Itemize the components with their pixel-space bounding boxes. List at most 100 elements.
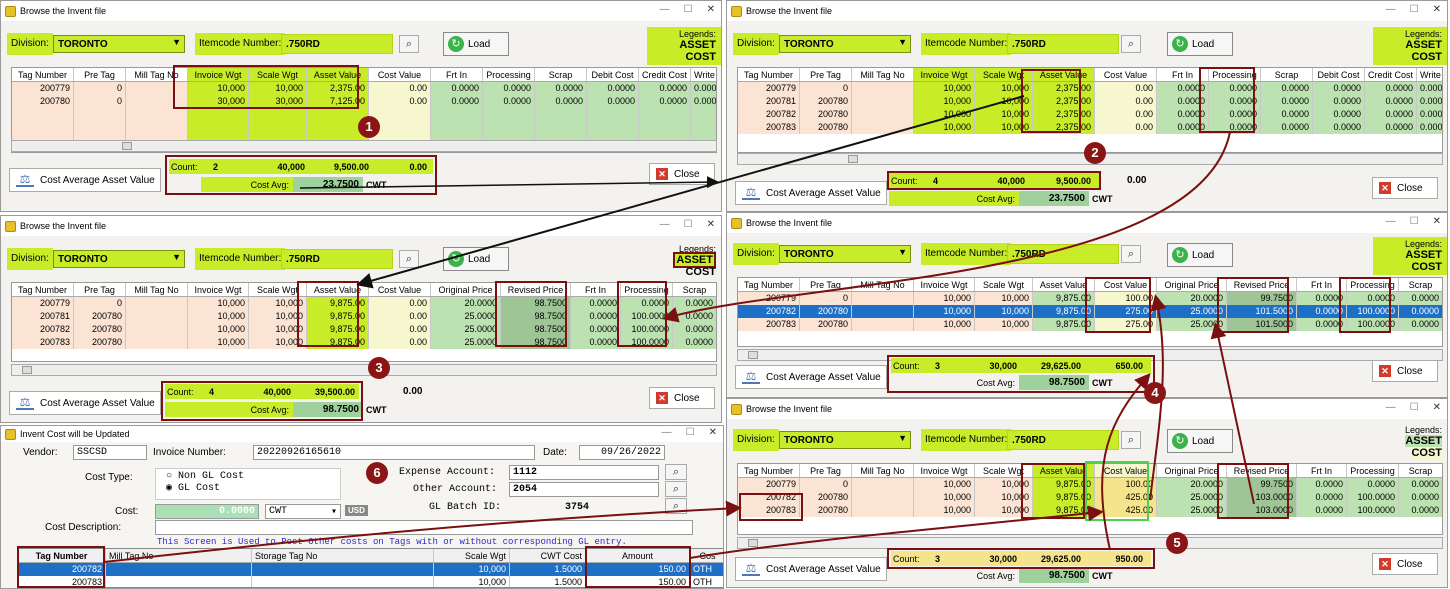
col-tag-number[interactable]: Tag Number [12, 68, 74, 81]
lookup-icon[interactable]: ⌕ [665, 464, 687, 480]
col-mill-tag[interactable]: Mill Tag No [126, 68, 188, 81]
table-row[interactable]: 200781 200780 10,000 10,000 2,375.00 0.00 0.00… [738, 95, 1442, 108]
horizontal-scrollbar[interactable] [11, 140, 717, 152]
close-button[interactable]: ✕ Close [1372, 553, 1438, 575]
close-button[interactable]: ✕ Close [1372, 360, 1438, 382]
horizontal-scrollbar[interactable] [737, 537, 1443, 549]
load-button[interactable]: ↻ Load [443, 247, 509, 271]
table-row[interactable]: 200782 200780 10,000 10,000 9,875.00 0.00 25.0… [12, 323, 716, 336]
cost-description-input[interactable] [155, 520, 693, 535]
table-row[interactable]: 200783 200780 10,000 10,000 9,875.00 425.00 25… [738, 504, 1442, 517]
tag-grid[interactable]: Tag Number Pre Tag Mill Tag No Invoice Wgt S… [737, 67, 1443, 153]
maximize-icon[interactable]: ☐ [686, 427, 695, 438]
col-write-dc[interactable]: Write Dc [691, 68, 716, 81]
close-icon[interactable]: ✕ [707, 219, 715, 230]
minimize-icon[interactable]: — [1386, 402, 1396, 413]
maximize-icon[interactable]: ☐ [1410, 402, 1419, 413]
search-icon[interactable]: ⌕ [399, 250, 419, 268]
other-account-input[interactable]: 2054 [509, 482, 659, 497]
close-icon[interactable]: ✕ [1433, 216, 1441, 227]
table-row[interactable]: 200779 0 10,000 10,000 9,875.00 100.00 20.0000… [738, 292, 1442, 305]
load-button[interactable]: ↻ Load [1167, 32, 1233, 56]
itemcode-input[interactable]: .750RD [1007, 430, 1119, 450]
tag-grid[interactable]: Tag Number Pre Tag Mill Tag No Invoice Wgt S… [11, 282, 717, 362]
expense-account-input[interactable]: 1112 [509, 465, 659, 480]
minimize-icon[interactable]: — [660, 219, 670, 230]
col-cost-value[interactable]: Cost Value [369, 68, 431, 81]
close-icon[interactable]: ✕ [1433, 402, 1441, 413]
division-select[interactable]: TORONTO ▼ [53, 250, 185, 268]
table-row-selected[interactable]: 200782 200780 10,000 10,000 9,875.00 275.00 25… [738, 305, 1442, 318]
table-row[interactable]: 200779 0 10,000 10,000 9,875.00 0.00 20.0000 98… [12, 297, 716, 310]
horizontal-scrollbar[interactable] [11, 364, 717, 376]
lookup-icon[interactable]: ⌕ [665, 481, 687, 497]
col-frt-in[interactable]: Frt In [431, 68, 483, 81]
minimize-icon[interactable]: — [662, 427, 672, 438]
search-icon[interactable]: ⌕ [1121, 245, 1141, 263]
minimize-icon[interactable]: — [660, 4, 670, 15]
division-select[interactable]: TORONTO ▼ [779, 35, 911, 53]
radio-non-gl[interactable]: ○ Non GL Cost [166, 471, 330, 482]
table-row[interactable]: 200780 0 30,000 30,000 7,125.00 0.00 0.0000 0.0… [12, 95, 716, 108]
cost-tag-grid[interactable]: Tag Number Mill Tag No Storage Tag No Scale… [17, 548, 723, 588]
table-row[interactable]: 200782 200780 10,000 10,000 9,875.00 425.00 25… [738, 491, 1442, 504]
col-credit-cost[interactable]: Credit Cost [639, 68, 691, 81]
load-button[interactable]: ↻ Load [1167, 429, 1233, 453]
table-row[interactable]: 200779 0 10,000 10,000 2,375.00 0.00 0.0000 0.0… [12, 82, 716, 95]
cost-unit-select[interactable]: CWT ▾ [265, 504, 341, 519]
division-select[interactable]: TORONTO ▼ [53, 35, 185, 53]
col-pre-tag[interactable]: Pre Tag [74, 68, 126, 81]
itemcode-input[interactable]: .750RD [1007, 244, 1119, 264]
maximize-icon[interactable]: ☐ [684, 219, 693, 230]
tag-grid[interactable]: Tag Number Pre Tag Mill Tag No Invoice Wgt S… [737, 463, 1443, 535]
load-button[interactable]: ↻ Load [443, 32, 509, 56]
close-icon[interactable]: ✕ [1433, 4, 1441, 15]
table-row[interactable]: 200783 200780 10,000 10,000 9,875.00 0.00 25.0… [12, 336, 716, 349]
table-row[interactable]: 200781 200780 10,000 10,000 9,875.00 0.00 25.0… [12, 310, 716, 323]
cost-average-button[interactable]: ⚖ Cost Average Asset Value [9, 168, 161, 192]
search-icon[interactable]: ⌕ [1121, 431, 1141, 449]
invoice-input[interactable]: 20220926165610 [253, 445, 535, 460]
table-row[interactable]: 200782 200780 10,000 10,000 2,375.00 0.00 0.00… [738, 108, 1442, 121]
table-row[interactable]: 200783 200780 10,000 10,000 9,875.00 275.00 25… [738, 318, 1442, 331]
itemcode-input[interactable]: .750RD [281, 249, 393, 269]
maximize-icon[interactable]: ☐ [1410, 216, 1419, 227]
close-button[interactable]: ✕ Close [649, 163, 715, 185]
cost-input[interactable]: 0.0000 [155, 504, 259, 519]
cost-average-button[interactable]: ⚖ Cost Average Asset Value [9, 391, 161, 415]
close-icon[interactable]: ✕ [709, 427, 717, 438]
col-debit-cost[interactable]: Debit Cost [587, 68, 639, 81]
maximize-icon[interactable]: ☐ [1410, 4, 1419, 15]
table-row[interactable]: 200783 200780 10,000 10,000 2,375.00 0.00 0.00… [738, 121, 1442, 134]
radio-gl[interactable]: ◉ GL Cost [166, 482, 330, 494]
close-button[interactable]: ✕ Close [649, 387, 715, 409]
minimize-icon[interactable]: — [1386, 216, 1396, 227]
table-row[interactable]: 200779 0 10,000 10,000 2,375.00 0.00 0.0000 0.0… [738, 82, 1442, 95]
cost-average-button[interactable]: ⚖ Cost Average Asset Value [735, 181, 887, 205]
col-asset-value[interactable]: Asset Value [307, 68, 369, 81]
table-row[interactable]: 200779 0 10,000 10,000 9,875.00 100.00 20.0000… [738, 478, 1442, 491]
close-button[interactable]: ✕ Close [1372, 177, 1438, 199]
table-row-selected[interactable]: 200782 10,000 1.5000 150.00 OTH [18, 563, 723, 576]
tag-grid[interactable]: Tag Number Pre Tag Mill Tag No Invoice Wgt S… [737, 277, 1443, 347]
minimize-icon[interactable]: — [1386, 4, 1396, 15]
cost-average-button[interactable]: ⚖ Cost Average Asset Value [735, 557, 887, 581]
close-icon[interactable]: ✕ [707, 4, 715, 15]
col-scale-wgt[interactable]: Scale Wgt [249, 68, 307, 81]
maximize-icon[interactable]: ☐ [684, 4, 693, 15]
lookup-icon[interactable]: ⌕ [665, 498, 687, 514]
load-button[interactable]: ↻ Load [1167, 243, 1233, 267]
division-select[interactable]: TORONTO ▼ [779, 431, 911, 449]
col-invoice-wgt[interactable]: Invoice Wgt [188, 68, 249, 81]
search-icon[interactable]: ⌕ [1121, 35, 1141, 53]
col-scrap[interactable]: Scrap [535, 68, 587, 81]
date-input[interactable]: 09/26/2022 [579, 445, 665, 460]
col-processing[interactable]: Processing [483, 68, 535, 81]
itemcode-input[interactable]: .750RD [1007, 34, 1119, 54]
cost-average-button[interactable]: ⚖ Cost Average Asset Value [735, 365, 887, 389]
search-icon[interactable]: ⌕ [399, 35, 419, 53]
division-select[interactable]: TORONTO ▼ [779, 245, 911, 263]
vendor-input[interactable]: SSCSD [73, 445, 147, 460]
itemcode-input[interactable]: .750RD [281, 34, 393, 54]
table-row[interactable]: 200783 10,000 1.5000 150.00 OTH [18, 576, 723, 587]
